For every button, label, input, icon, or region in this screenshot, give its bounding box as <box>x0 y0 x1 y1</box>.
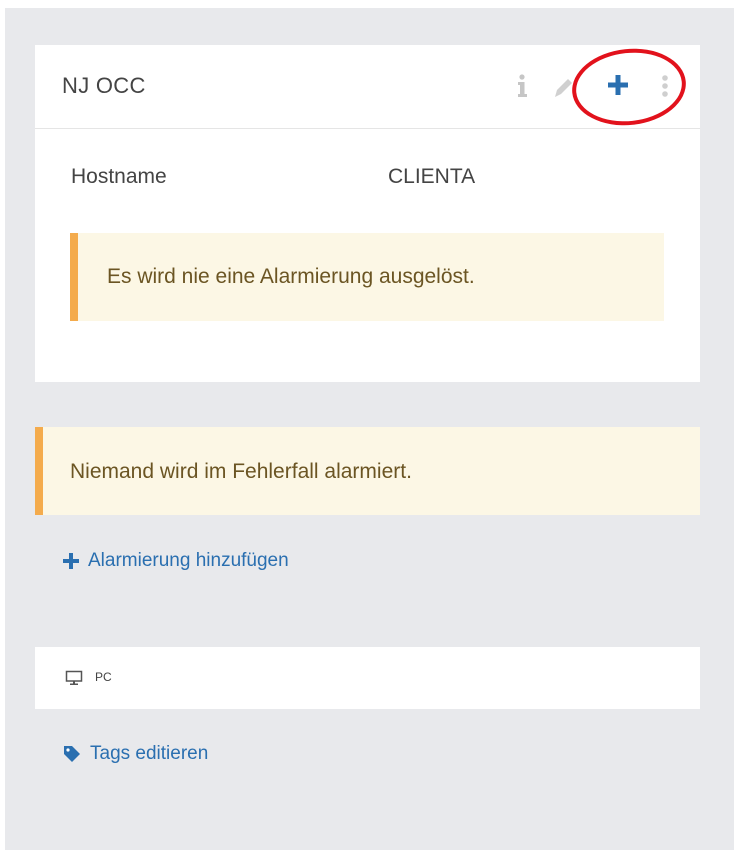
add-alarm-link[interactable]: Alarmierung hinzufügen <box>62 548 289 574</box>
nobody-alerted-warning-text: Niemand wird im Fehlerfall alarmiert. <box>70 460 412 483</box>
hostname-value: CLIENTA <box>388 165 476 188</box>
device-type-label: PC <box>95 670 112 684</box>
card-title: NJ OCC <box>62 73 146 98</box>
no-alarm-warning-text: Es wird nie eine Alarmierung ausgelöst. <box>107 265 475 288</box>
location-card: NJ OCC Hostname CLIENTA Es wird nie eine… <box>35 43 700 382</box>
no-alarm-warning: Es wird nie eine Alarmierung ausgelöst. <box>70 233 664 321</box>
nobody-alerted-warning: Niemand wird im Fehlerfall alarmiert. <box>35 427 700 515</box>
edit-tags-link[interactable]: Tags editieren <box>62 741 208 767</box>
hostname-label: Hostname <box>71 165 167 188</box>
edit-tags-label: Tags editieren <box>90 743 209 764</box>
info-icon[interactable] <box>510 71 534 101</box>
card-header: NJ OCC <box>35 43 700 131</box>
device-type-card: PC <box>35 647 700 709</box>
tag-icon <box>64 746 80 762</box>
red-highlight-circle <box>568 43 690 131</box>
monitor-icon <box>65 670 83 686</box>
add-alarm-label: Alarmierung hinzufügen <box>88 550 289 571</box>
plus-icon <box>63 553 79 569</box>
